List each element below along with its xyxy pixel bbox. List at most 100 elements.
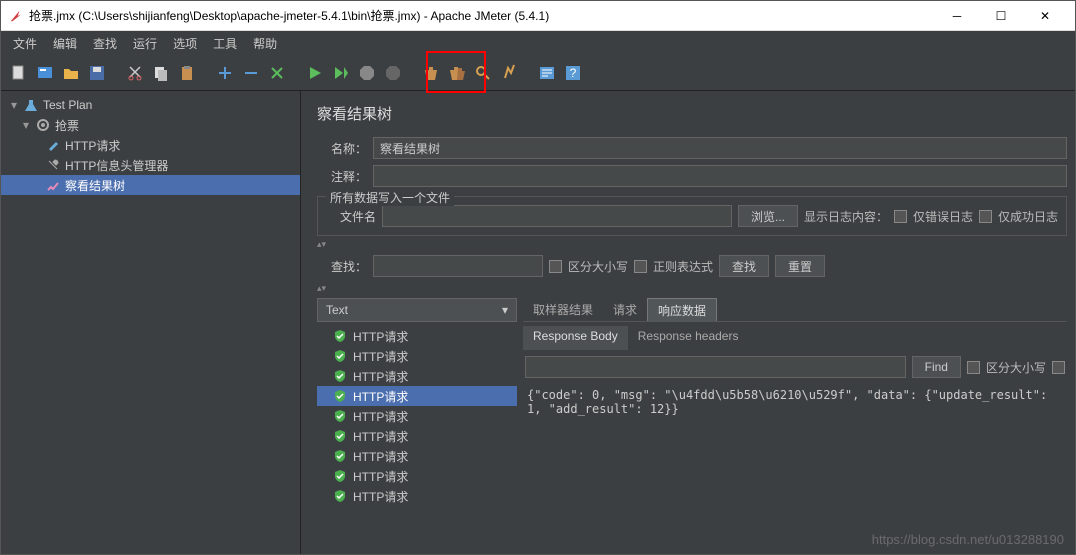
comment-input[interactable] [373, 165, 1067, 187]
paste-icon[interactable] [175, 61, 199, 85]
filename-label: 文件名 [326, 208, 376, 225]
regex-label: 正则表达式 [653, 258, 713, 275]
reset-button[interactable]: 重置 [775, 255, 825, 277]
section-expander-2[interactable]: ▴▾ [317, 282, 1067, 294]
tab-response-data[interactable]: 响应数据 [647, 298, 717, 321]
pipette-icon [45, 137, 61, 153]
menu-tools[interactable]: 工具 [205, 33, 245, 54]
clear-icon[interactable] [419, 61, 443, 85]
subtab-response-body[interactable]: Response Body [523, 326, 628, 350]
success-only-checkbox[interactable] [979, 210, 992, 223]
success-icon [333, 329, 347, 343]
menu-help[interactable]: 帮助 [245, 33, 285, 54]
success-icon [333, 389, 347, 403]
titlebar: 抢票.jmx (C:\Users\shijianfeng\Desktop\apa… [1, 1, 1075, 31]
success-icon [333, 409, 347, 423]
name-input[interactable] [373, 137, 1067, 159]
help-icon[interactable]: ? [561, 61, 585, 85]
gear-icon [35, 117, 51, 133]
find-case-label: 区分大小写 [986, 359, 1046, 376]
file-output-fieldset: 所有数据写入一个文件 文件名 浏览... 显示日志内容： 仅错误日志 仅成功日志 [317, 196, 1067, 236]
sample-row[interactable]: HTTP请求 [317, 486, 517, 506]
search-input[interactable] [373, 255, 543, 277]
show-log-label: 显示日志内容： [804, 208, 888, 225]
sample-row[interactable]: HTTP请求 [317, 366, 517, 386]
response-body-text[interactable]: {"code": 0, "msg": "\u4fdd\u5b58\u6210\u… [523, 384, 1067, 554]
cut-icon[interactable] [123, 61, 147, 85]
maximize-button[interactable]: ☐ [979, 2, 1023, 30]
tree-results-tree[interactable]: 察看结果树 [1, 175, 300, 195]
success-icon [333, 449, 347, 463]
error-only-checkbox[interactable] [894, 210, 907, 223]
toolbar: ? [1, 55, 1075, 91]
result-tabs: 取样器结果 请求 响应数据 [523, 298, 1067, 322]
minimize-button[interactable]: ─ [935, 2, 979, 30]
test-plan-tree[interactable]: ▾ Test Plan ▾ 抢票 HTTP请求 HTTP信息头管理器 [1, 91, 301, 554]
stop-icon[interactable] [355, 61, 379, 85]
scope-icon [45, 177, 61, 193]
find-button[interactable]: Find [912, 356, 961, 378]
clear-all-icon[interactable] [445, 61, 469, 85]
filename-input[interactable] [382, 205, 732, 227]
shutdown-icon[interactable] [381, 61, 405, 85]
start-no-pause-icon[interactable] [329, 61, 353, 85]
menu-edit[interactable]: 编辑 [45, 33, 85, 54]
chevron-down-icon: ▾ [502, 303, 508, 317]
success-only-label: 仅成功日志 [998, 208, 1058, 225]
templates-icon[interactable] [33, 61, 57, 85]
tree-root[interactable]: ▾ Test Plan [1, 95, 300, 115]
search-field-label: 查找： [317, 258, 367, 275]
panel-title: 察看结果树 [309, 99, 1075, 134]
success-icon [333, 369, 347, 383]
sample-row[interactable]: HTTP请求 [317, 406, 517, 426]
success-icon [333, 349, 347, 363]
toggle-icon[interactable] [265, 61, 289, 85]
success-icon [333, 429, 347, 443]
search-button[interactable]: 查找 [719, 255, 769, 277]
comment-label: 注释： [317, 168, 367, 185]
wrench-icon [45, 157, 61, 173]
find-case-checkbox[interactable] [967, 361, 980, 374]
tree-thread-group[interactable]: ▾ 抢票 [1, 115, 300, 135]
save-icon[interactable] [85, 61, 109, 85]
menu-options[interactable]: 选项 [165, 33, 205, 54]
sample-row[interactable]: HTTP请求 [317, 426, 517, 446]
menubar: 文件 编辑 查找 运行 选项 工具 帮助 [1, 31, 1075, 55]
response-find-input[interactable] [525, 356, 906, 378]
name-label: 名称： [317, 140, 367, 157]
menu-run[interactable]: 运行 [125, 33, 165, 54]
find-regex-checkbox[interactable] [1052, 361, 1065, 374]
function-helper-icon[interactable] [535, 61, 559, 85]
sample-row[interactable]: HTTP请求 [317, 326, 517, 346]
search-icon[interactable] [471, 61, 495, 85]
sample-list[interactable]: HTTP请求HTTP请求HTTP请求HTTP请求HTTP请求HTTP请求HTTP… [317, 322, 517, 554]
collapse-icon[interactable] [239, 61, 263, 85]
response-subtabs: Response Body Response headers [523, 326, 1067, 350]
start-icon[interactable] [303, 61, 327, 85]
open-icon[interactable] [59, 61, 83, 85]
copy-icon[interactable] [149, 61, 173, 85]
menu-file[interactable]: 文件 [5, 33, 45, 54]
success-icon [333, 469, 347, 483]
reset-search-icon[interactable] [497, 61, 521, 85]
tree-header-manager[interactable]: HTTP信息头管理器 [1, 155, 300, 175]
section-expander[interactable]: ▴▾ [317, 238, 1067, 250]
expand-icon[interactable] [213, 61, 237, 85]
case-label: 区分大小写 [568, 258, 628, 275]
tab-sampler-result[interactable]: 取样器结果 [523, 298, 603, 321]
regex-checkbox[interactable] [634, 260, 647, 273]
tree-http-request[interactable]: HTTP请求 [1, 135, 300, 155]
subtab-response-headers[interactable]: Response headers [628, 326, 749, 350]
renderer-dropdown[interactable]: Text ▾ [317, 298, 517, 322]
case-checkbox[interactable] [549, 260, 562, 273]
sample-row[interactable]: HTTP请求 [317, 446, 517, 466]
new-icon[interactable] [7, 61, 31, 85]
sample-row[interactable]: HTTP请求 [317, 466, 517, 486]
sample-row[interactable]: HTTP请求 [317, 386, 517, 406]
close-button[interactable]: ✕ [1023, 2, 1067, 30]
browse-button[interactable]: 浏览... [738, 205, 798, 227]
sample-row[interactable]: HTTP请求 [317, 346, 517, 366]
tab-request[interactable]: 请求 [603, 298, 647, 321]
success-icon [333, 489, 347, 503]
menu-search[interactable]: 查找 [85, 33, 125, 54]
